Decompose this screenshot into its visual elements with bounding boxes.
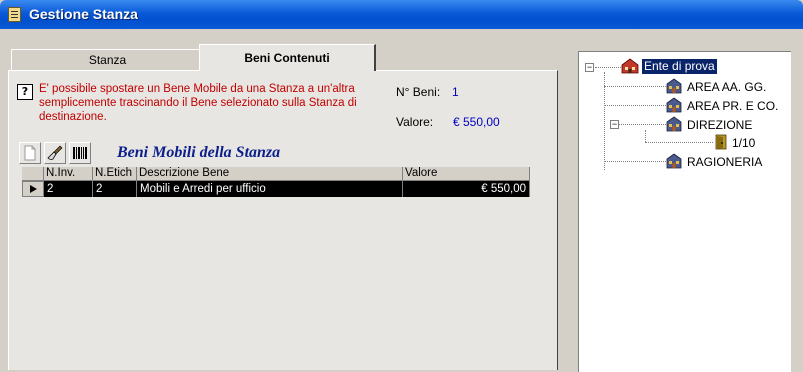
tree-node-label: AREA AA. GG. <box>687 80 767 94</box>
column-header-netich[interactable]: N.Etich <box>93 167 137 181</box>
column-header-ninv[interactable]: N.Inv. <box>44 167 93 181</box>
tab-beni-contenuti[interactable]: Beni Contenuti <box>199 44 376 71</box>
new-button[interactable] <box>19 142 41 164</box>
header-indicator <box>22 167 44 181</box>
valore-label: Valore: <box>396 115 434 129</box>
window-titlebar[interactable]: Gestione Stanza <box>0 0 803 29</box>
column-header-descrizione[interactable]: Descrizione Bene <box>137 167 403 181</box>
window-title: Gestione Stanza <box>29 6 138 22</box>
tree-node-label: AREA PR. E CO. <box>687 99 779 113</box>
direzione-collapse-toggle[interactable]: − <box>610 120 619 129</box>
n-beni-value: 1 <box>452 85 459 99</box>
building-icon <box>666 78 682 94</box>
grid-header: N.Inv. N.Etich Descrizione Bene Valore <box>22 167 530 181</box>
cell-valore[interactable]: € 550,00 <box>403 181 530 197</box>
tree-node-label: DIREZIONE <box>687 118 753 132</box>
beni-grid[interactable]: N.Inv. N.Etich Descrizione Bene Valore 2… <box>22 167 530 367</box>
column-header-valore[interactable]: Valore <box>403 167 530 181</box>
new-document-icon <box>24 145 36 161</box>
help-message: E' possibile spostare un Bene Mobile da … <box>39 83 357 123</box>
n-beni-label: N° Beni: <box>396 85 441 99</box>
grid-title: Beni Mobili della Stanza <box>117 144 281 161</box>
building-icon <box>666 97 682 113</box>
dialog-body: Stanza Beni Contenuti ? E' possibile spo… <box>0 29 803 372</box>
brush-icon <box>47 145 63 160</box>
tab-stanza[interactable]: Stanza <box>11 49 204 71</box>
tree-node-label: 1/10 <box>732 136 756 150</box>
grid-toolbar <box>19 142 91 166</box>
tree-node-label: Ente di prova <box>642 59 717 74</box>
building-icon <box>666 153 682 169</box>
stanze-tree[interactable]: − Ente di prova AREA AA. GG. AREA PR. E … <box>578 51 791 372</box>
valore-value: € 550,00 <box>453 115 500 129</box>
row-indicator <box>22 181 44 197</box>
table-row[interactable]: 2 2 Mobili e Arredi per ufficio € 550,00 <box>22 181 530 197</box>
cell-descrizione[interactable]: Mobili e Arredi per ufficio <box>137 181 403 197</box>
cell-ninv[interactable]: 2 <box>44 181 93 197</box>
barcode-button[interactable] <box>69 142 91 164</box>
app-icon <box>8 7 21 22</box>
edit-button[interactable] <box>44 142 66 164</box>
door-icon <box>715 134 727 150</box>
barcode-icon <box>73 147 87 159</box>
tree-node-label: RAGIONERIA <box>687 155 763 169</box>
building-icon <box>621 58 639 74</box>
root-collapse-toggle[interactable]: − <box>585 63 594 72</box>
cell-netich[interactable]: 2 <box>93 181 137 197</box>
help-icon: ? <box>17 84 33 100</box>
building-icon <box>666 116 682 132</box>
